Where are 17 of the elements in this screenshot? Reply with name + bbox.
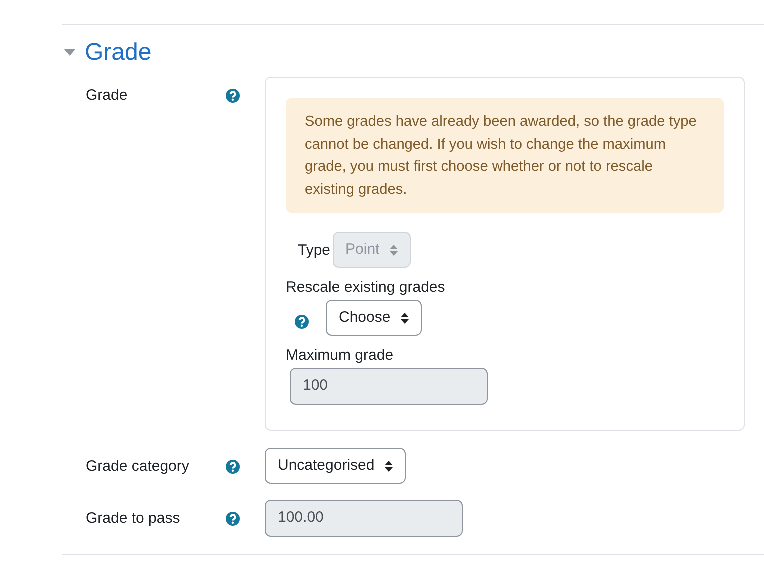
dropdown[interactable]: Choose <box>326 300 422 336</box>
help-icon[interactable] <box>226 89 240 103</box>
sort-arrows-icon <box>384 460 393 472</box>
field-label: Type <box>298 240 331 260</box>
dropdown[interactable]: Uncategorised <box>265 448 406 484</box>
field-label: Grade category <box>86 458 190 475</box>
warning-alert: Some grades have already been awarded, so the grade type cannot be changed. If you wish to change the maximum grade, you must first choose whether or not to rescale existing grades. <box>286 98 724 213</box>
field-label: Maximum grade <box>286 346 395 366</box>
sort-arrows-icon <box>390 244 398 256</box>
help-icon[interactable] <box>295 315 309 329</box>
field-label: Grade <box>86 87 128 104</box>
sort-arrows-icon <box>400 312 409 324</box>
section-heading: Grade <box>85 38 152 68</box>
help-icon[interactable] <box>226 460 240 474</box>
help-icon[interactable] <box>226 512 240 526</box>
field-label: Grade to pass <box>86 510 180 527</box>
field-label: Rescale existing grades <box>286 278 446 298</box>
